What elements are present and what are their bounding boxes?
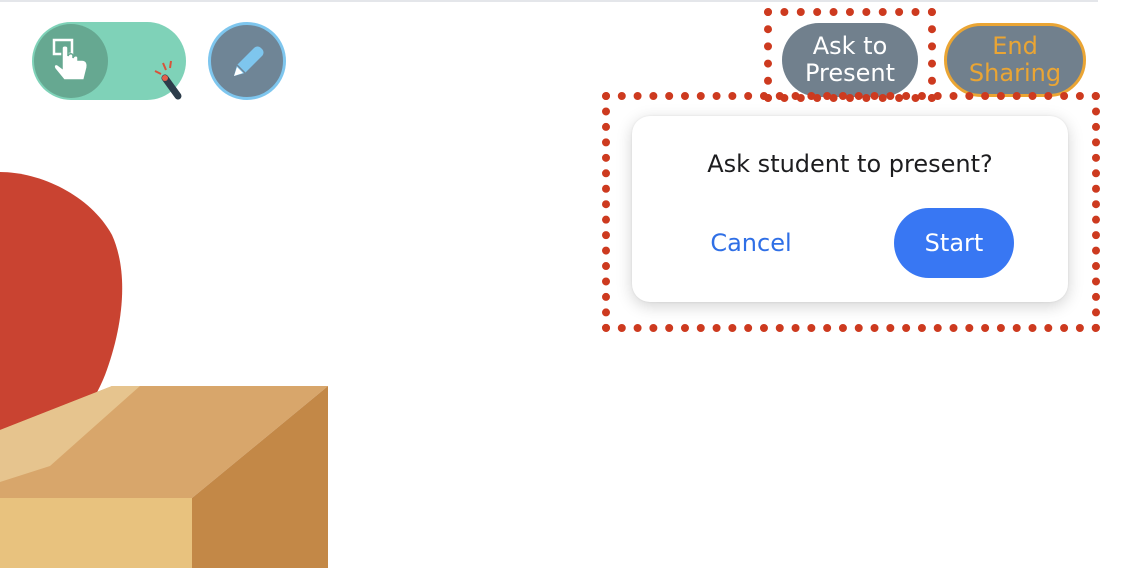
tool-mode-toggle[interactable] [32, 22, 186, 100]
end-button-label-line1: End [992, 32, 1038, 60]
box-front [0, 498, 192, 568]
start-button[interactable]: Start [894, 208, 1014, 278]
end-button-label-line2: Sharing [968, 59, 1062, 87]
ask-to-present-button[interactable]: Ask to Present [782, 23, 918, 97]
pointer-tool-button[interactable] [34, 24, 108, 98]
ask-to-present-popover: Ask student to present? Cancel Start [632, 116, 1068, 302]
cancel-button[interactable]: Cancel [696, 208, 806, 278]
ask-button-label-line1: Ask to [812, 32, 888, 60]
end-sharing-button[interactable]: End Sharing [944, 23, 1086, 97]
ask-button-label-line2: Present [804, 59, 896, 87]
pencil-icon [234, 46, 264, 76]
laser-wand-icon [154, 60, 182, 100]
pencil-tool-button[interactable] [208, 22, 286, 100]
popover-prompt: Ask student to present? [707, 150, 993, 178]
hand-pointer-icon [52, 38, 88, 81]
